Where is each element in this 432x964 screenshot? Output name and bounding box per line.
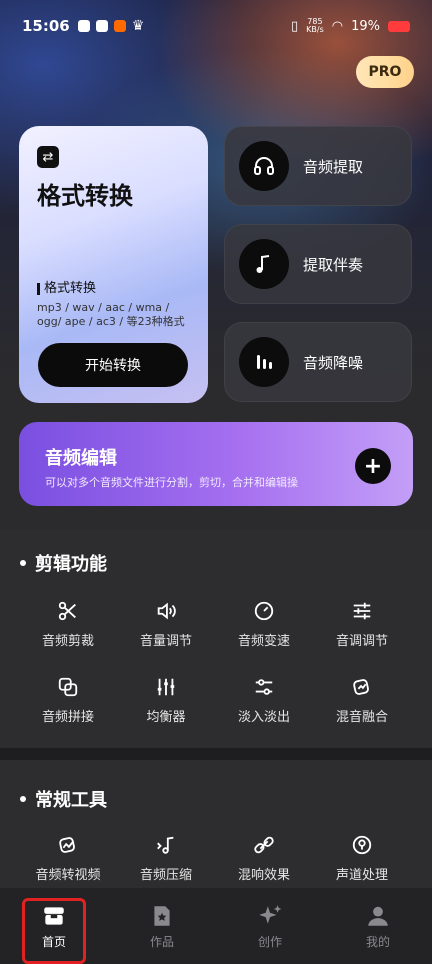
vibrate-icon: ▯ bbox=[290, 18, 299, 34]
tool-pitch[interactable]: 音调调节 bbox=[312, 600, 412, 649]
battery-percent: 19% bbox=[351, 18, 380, 34]
tool-fade[interactable]: 淡入淡出 bbox=[214, 676, 314, 725]
equalizer-icon bbox=[157, 678, 175, 696]
start-convert-button[interactable]: 开始转换 bbox=[38, 343, 188, 387]
reverb-icon bbox=[254, 836, 274, 854]
bullet-dot bbox=[20, 560, 26, 566]
notification-icon bbox=[95, 20, 108, 32]
section-title: 常规工具 bbox=[20, 786, 107, 812]
waveform-icon bbox=[239, 337, 289, 387]
extract-accompaniment-card[interactable]: 提取伴奏 bbox=[224, 224, 412, 304]
battery-icon bbox=[388, 20, 410, 32]
network-speed: 785 KB/s bbox=[306, 17, 324, 34]
audio-edit-banner[interactable]: 音频编辑 可以对多个音频文件进行分割，剪切，合并和编辑操 + bbox=[19, 422, 413, 506]
swap-icon: ⇄ bbox=[37, 146, 59, 168]
music-note-icon bbox=[239, 239, 289, 289]
edit-subtitle: 可以对多个音频文件进行分割，剪切，合并和编辑操 bbox=[45, 476, 298, 489]
pro-button[interactable]: PRO bbox=[356, 56, 414, 88]
section-divider bbox=[0, 748, 432, 760]
speed-icon bbox=[254, 601, 274, 621]
side-card-label: 提取伴奏 bbox=[303, 255, 364, 274]
mix-icon bbox=[353, 679, 369, 695]
tool-channel[interactable]: 声道处理 bbox=[312, 834, 412, 883]
notification-icon bbox=[113, 20, 126, 32]
merge-icon bbox=[58, 677, 78, 697]
audio-video-icon bbox=[59, 837, 75, 853]
profile-icon bbox=[368, 906, 388, 926]
selection-highlight bbox=[22, 898, 86, 964]
tool-volume[interactable]: 音量调节 bbox=[116, 600, 216, 649]
tool-audio-merge[interactable]: 音频拼接 bbox=[18, 676, 118, 725]
tab-create[interactable]: 创作 bbox=[216, 888, 324, 964]
card-subtitle: 格式转换 bbox=[37, 282, 190, 295]
bullet-dot bbox=[20, 796, 26, 802]
side-card-label: 音频提取 bbox=[303, 157, 364, 176]
tool-audio-to-video[interactable]: 音频转视频 bbox=[18, 834, 118, 883]
tab-works[interactable]: 作品 bbox=[108, 888, 216, 964]
tool-mix[interactable]: 混音融合 bbox=[312, 676, 412, 725]
noise-reduction-card[interactable]: 音频降噪 bbox=[224, 322, 412, 402]
compress-icon bbox=[157, 836, 174, 854]
wifi-icon: ◠ bbox=[331, 18, 344, 34]
tool-equalizer[interactable]: 均衡器 bbox=[116, 676, 216, 725]
status-time: 15:06 bbox=[22, 17, 70, 35]
status-right: ▯ 785 KB/s ◠ 19% bbox=[291, 18, 410, 34]
channel-icon bbox=[352, 835, 372, 855]
create-icon bbox=[259, 904, 282, 924]
tab-profile[interactable]: 我的 bbox=[324, 888, 432, 964]
scissors-icon bbox=[58, 601, 76, 621]
tool-audio-compress[interactable]: 音频压缩 bbox=[116, 834, 216, 883]
edit-title: 音频编辑 bbox=[45, 448, 117, 469]
common-tools-section: 常规工具 音频转视频 音频压缩 混响效果 声道处理 bbox=[0, 760, 432, 888]
tool-reverb[interactable]: 混响效果 bbox=[214, 834, 314, 883]
card-title: 格式转换 bbox=[37, 182, 133, 210]
format-convert-card[interactable]: ⇄ 格式转换 格式转换 mp3 / wav / aac / wma / ogg/… bbox=[19, 126, 208, 403]
side-card-label: 音频降噪 bbox=[303, 353, 364, 372]
tune-icon bbox=[353, 602, 371, 620]
status-bar: 15:06 ♛ ▯ 785 KB/s ◠ 19% bbox=[0, 0, 432, 52]
card-description: mp3 / wav / aac / wma / ogg/ ape / ac3 /… bbox=[37, 301, 185, 328]
volume-icon bbox=[157, 602, 176, 620]
notification-icons: ♛ bbox=[77, 18, 145, 34]
crown-icon: ♛ bbox=[131, 18, 145, 34]
section-title: 剪辑功能 bbox=[20, 550, 107, 576]
edit-functions-section: 剪辑功能 音频剪裁 音量调节 音频变速 音调调节 音频拼接 均衡器 淡入淡出 混… bbox=[0, 530, 432, 748]
audio-extract-card[interactable]: 音频提取 bbox=[224, 126, 412, 206]
tool-speed[interactable]: 音频变速 bbox=[214, 600, 314, 649]
headphones-icon bbox=[239, 141, 289, 191]
fade-icon bbox=[255, 679, 273, 695]
notification-icon bbox=[77, 20, 90, 32]
add-icon[interactable]: + bbox=[355, 448, 391, 484]
works-icon bbox=[154, 905, 170, 926]
tool-audio-trim[interactable]: 音频剪裁 bbox=[18, 600, 118, 649]
